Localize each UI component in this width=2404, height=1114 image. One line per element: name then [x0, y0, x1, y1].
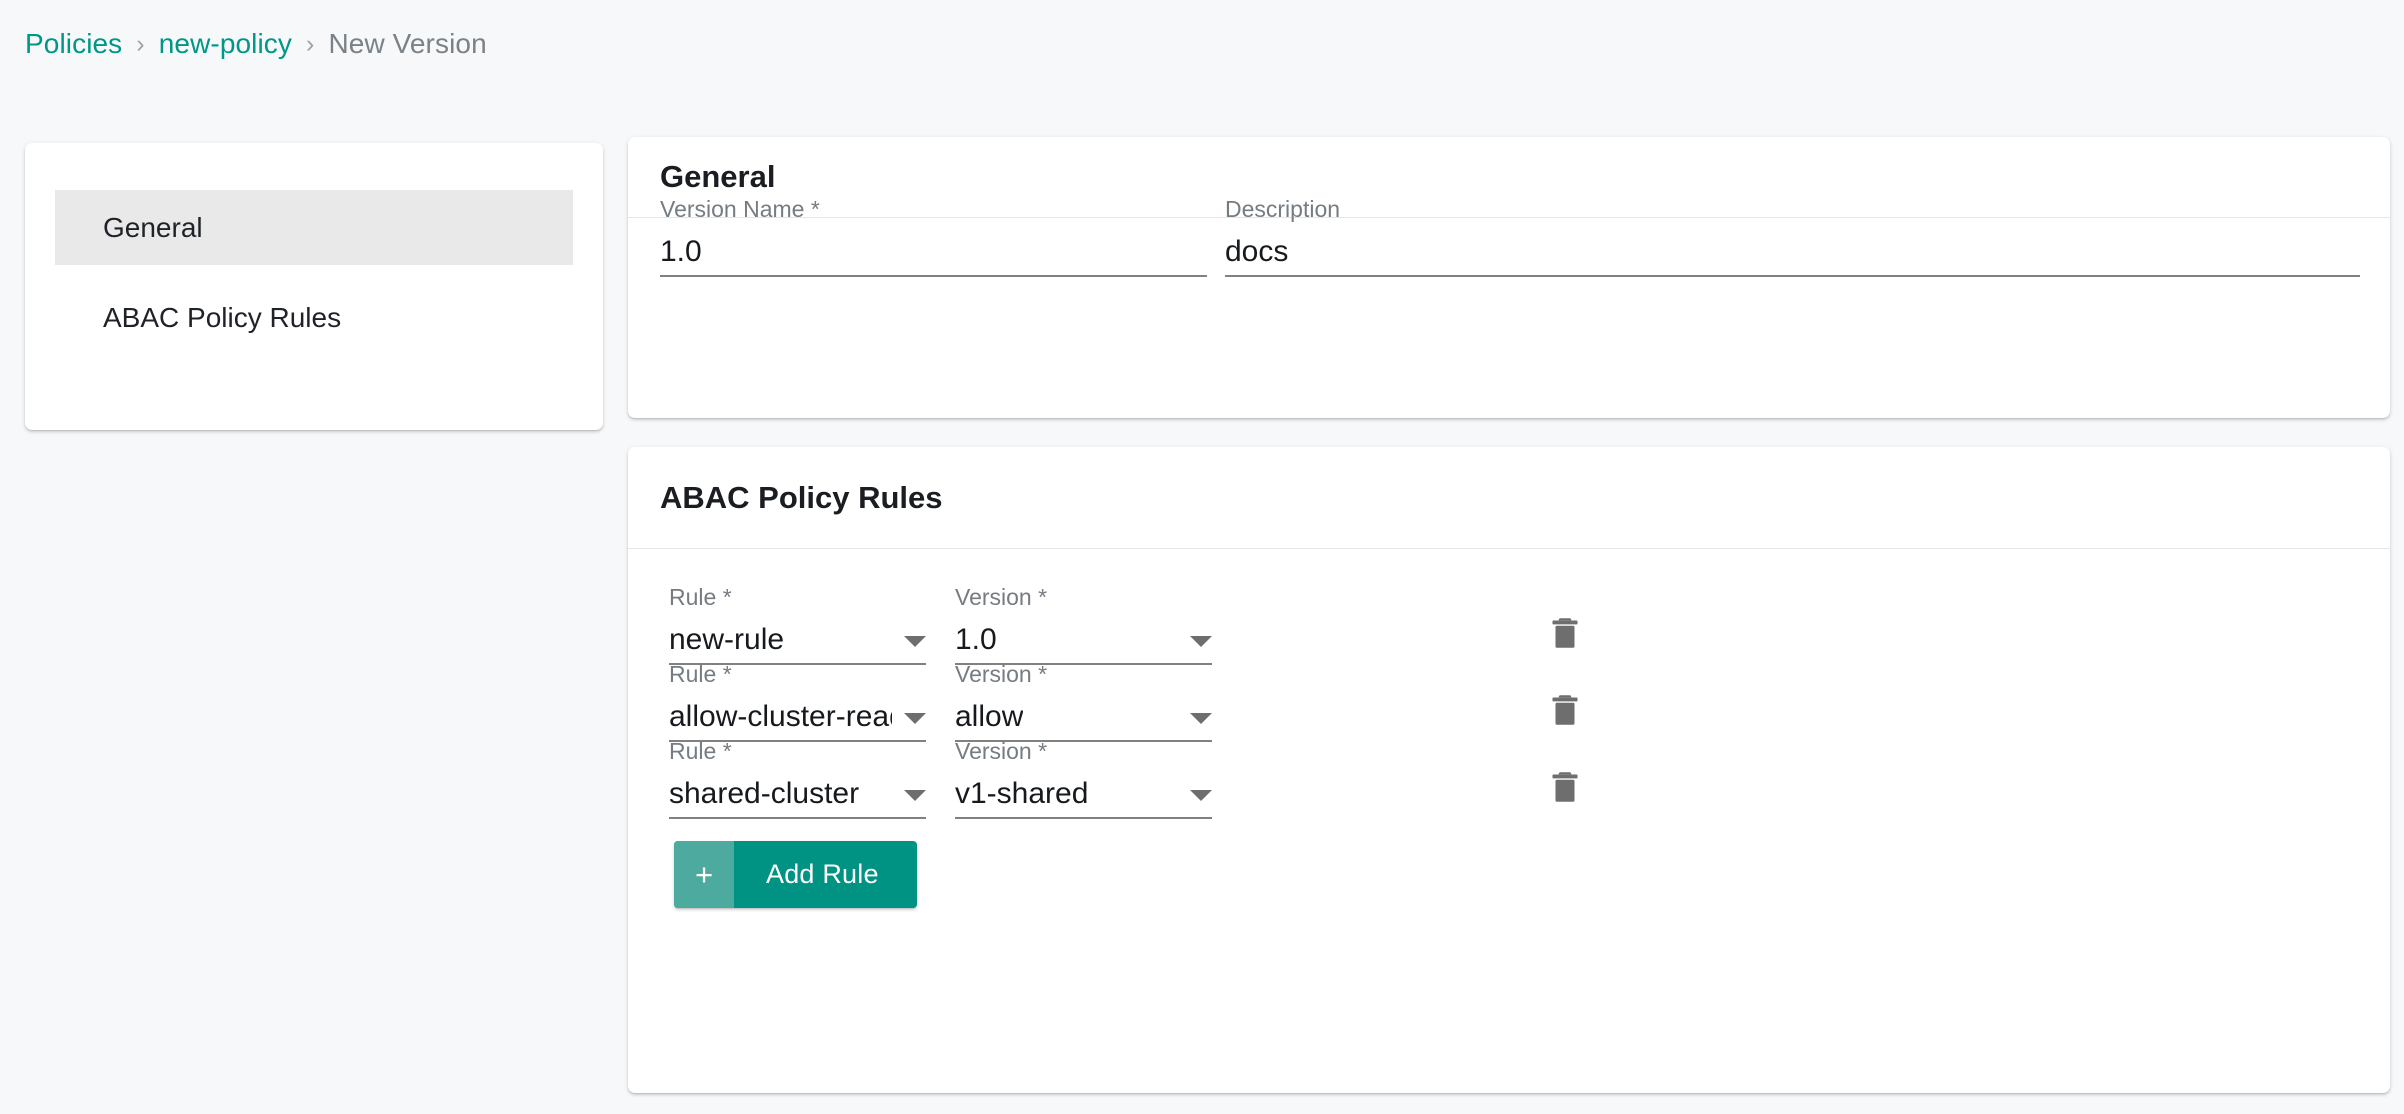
- abac-policy-rules-card: ABAC Policy Rules Rule * new-rule Versio…: [628, 447, 2390, 1093]
- add-rule-label: Add Rule: [766, 859, 879, 889]
- rule-selected-value: shared-cluster: [669, 777, 860, 810]
- sidebar-item-abac-policy-rules[interactable]: ABAC Policy Rules: [55, 280, 573, 355]
- sidebar-item-general[interactable]: General: [55, 190, 573, 265]
- breadcrumb-separator-icon: ›: [136, 29, 145, 58]
- card-divider: [628, 548, 2390, 549]
- plus-icon: +: [674, 841, 734, 908]
- breadcrumb-separator-icon: ›: [306, 29, 315, 58]
- chevron-down-icon: [1190, 636, 1212, 647]
- version-select[interactable]: 1.0: [955, 623, 1212, 665]
- trash-icon: [1552, 695, 1578, 725]
- version-selected-value: allow: [955, 700, 1024, 733]
- sidebar-item-label: ABAC Policy Rules: [103, 301, 342, 333]
- rule-row: Rule * allow-cluster-read Version * allo…: [628, 663, 2390, 742]
- version-name-input[interactable]: 1.0: [660, 235, 1207, 277]
- description-input[interactable]: docs: [1225, 235, 2360, 277]
- chevron-down-icon: [904, 790, 926, 801]
- version-select[interactable]: allow: [955, 700, 1212, 742]
- rule-select-field: Rule * allow-cluster-read: [669, 663, 926, 742]
- rule-select-field: Rule * new-rule: [669, 586, 926, 665]
- add-rule-button[interactable]: + Add Rule: [674, 841, 917, 908]
- chevron-down-icon: [904, 713, 926, 724]
- delete-rule-button[interactable]: [1541, 764, 1589, 812]
- version-label: Version *: [955, 584, 1048, 610]
- abac-card-title: ABAC Policy Rules: [660, 479, 943, 515]
- version-selected-value: 1.0: [955, 623, 997, 656]
- delete-rule-button[interactable]: [1541, 687, 1589, 735]
- rule-label: Rule *: [669, 738, 732, 764]
- breadcrumb: Policies › new-policy › New Version: [25, 24, 487, 64]
- description-field: Description docs: [1225, 198, 2360, 277]
- description-value: docs: [1225, 235, 1289, 268]
- chevron-down-icon: [904, 636, 926, 647]
- rule-select-field: Rule * shared-cluster: [669, 740, 926, 819]
- delete-rule-button[interactable]: [1541, 610, 1589, 658]
- version-selected-value: v1-shared: [955, 777, 1089, 810]
- trash-icon: [1552, 618, 1578, 648]
- rule-select[interactable]: new-rule: [669, 623, 926, 665]
- rule-select[interactable]: shared-cluster: [669, 777, 926, 819]
- section-nav-card: General ABAC Policy Rules: [25, 143, 603, 430]
- rule-label: Rule *: [669, 661, 732, 687]
- rule-selected-value: allow-cluster-read: [669, 700, 892, 733]
- version-name-field: Version Name * 1.0: [660, 198, 1207, 277]
- rule-selected-value: new-rule: [669, 623, 785, 656]
- rule-label: Rule *: [669, 584, 732, 610]
- version-select-field: Version * 1.0: [955, 586, 1212, 665]
- description-label: Description: [1225, 196, 1341, 222]
- rule-row: Rule * shared-cluster Version * v1-share…: [628, 740, 2390, 819]
- chevron-down-icon: [1190, 713, 1212, 724]
- version-label: Version *: [955, 661, 1048, 687]
- version-select-field: Version * v1-shared: [955, 740, 1212, 819]
- version-name-value: 1.0: [660, 235, 702, 268]
- general-card: General Version Name * 1.0 Description d…: [628, 137, 2390, 418]
- trash-icon: [1552, 772, 1578, 802]
- rule-row: Rule * new-rule Version * 1.0: [628, 586, 2390, 665]
- breadcrumb-item-new-version: New Version: [328, 28, 487, 59]
- rule-select[interactable]: allow-cluster-read: [669, 700, 926, 742]
- version-select[interactable]: v1-shared: [955, 777, 1212, 819]
- sidebar-item-label: General: [103, 211, 203, 243]
- breadcrumb-item-policies[interactable]: Policies: [25, 28, 122, 60]
- version-name-label: Version Name *: [660, 196, 820, 222]
- version-select-field: Version * allow: [955, 663, 1212, 742]
- chevron-down-icon: [1190, 790, 1212, 801]
- version-label: Version *: [955, 738, 1048, 764]
- breadcrumb-item-new-policy[interactable]: new-policy: [159, 28, 292, 60]
